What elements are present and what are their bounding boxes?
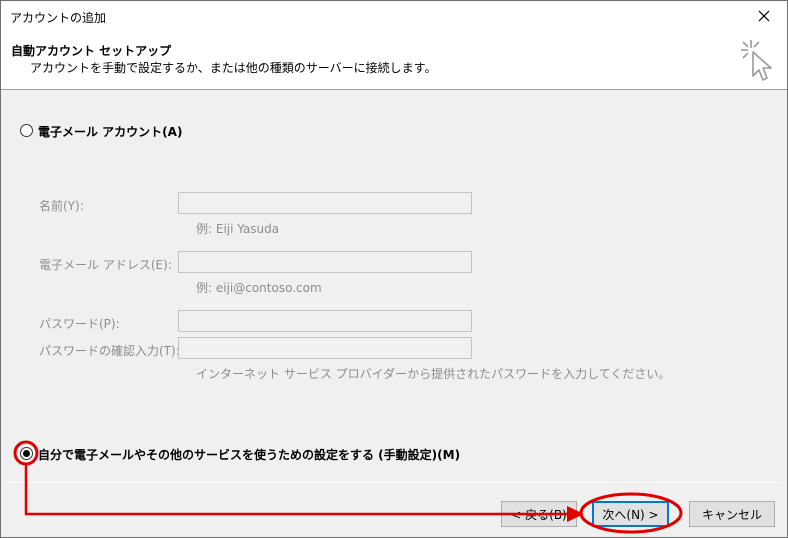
password-confirm-label: パスワードの確認入力(T): [39,344,180,358]
password-confirm-input[interactable] [178,337,472,359]
annotation-arrow-line [24,464,568,516]
password-input[interactable] [178,310,472,332]
manual-setup-label[interactable]: 自分で電子メールやその他のサービスを使うための設定をする (手動設定)(M) [38,446,460,463]
footer-divider [7,482,781,483]
manual-setup-radio[interactable] [20,447,33,460]
password-hint: インターネット サービス プロバイダーから提供されたパスワードを入力してください… [196,367,671,381]
email-hint: 例: eiji@contoso.com [196,281,322,295]
email-label: 電子メール アドレス(E): [39,258,172,272]
back-button[interactable]: < 戻る(B) [501,501,577,527]
cursor-click-icon [741,40,772,81]
header-description: アカウントを手動で設定するか、または他の種類のサーバーに接続します。 [30,61,437,75]
close-icon [758,10,770,22]
email-account-label[interactable]: 電子メール アカウント(A) [38,123,182,140]
next-button[interactable]: 次へ(N) > [592,501,669,527]
cancel-button[interactable]: キャンセル [689,501,775,527]
window-title: アカウントの追加 [10,11,107,25]
password-label: パスワード(P): [39,317,120,331]
add-account-dialog: アカウントの追加 自動アカウント セットアップ アカウントを手動で設定するか、ま… [0,0,788,538]
header-title: 自動アカウント セットアップ [11,44,172,58]
email-account-radio[interactable] [20,124,33,137]
name-label: 名前(Y): [39,199,84,213]
name-hint: 例: Eiji Yasuda [196,222,280,236]
wizard-header: 自動アカウント セットアップ アカウントを手動で設定するか、または他の種類のサー… [1,31,787,90]
close-button[interactable] [741,1,787,31]
name-input[interactable] [178,192,472,214]
email-input[interactable] [178,251,472,273]
title-bar: アカウントの追加 [1,1,787,31]
